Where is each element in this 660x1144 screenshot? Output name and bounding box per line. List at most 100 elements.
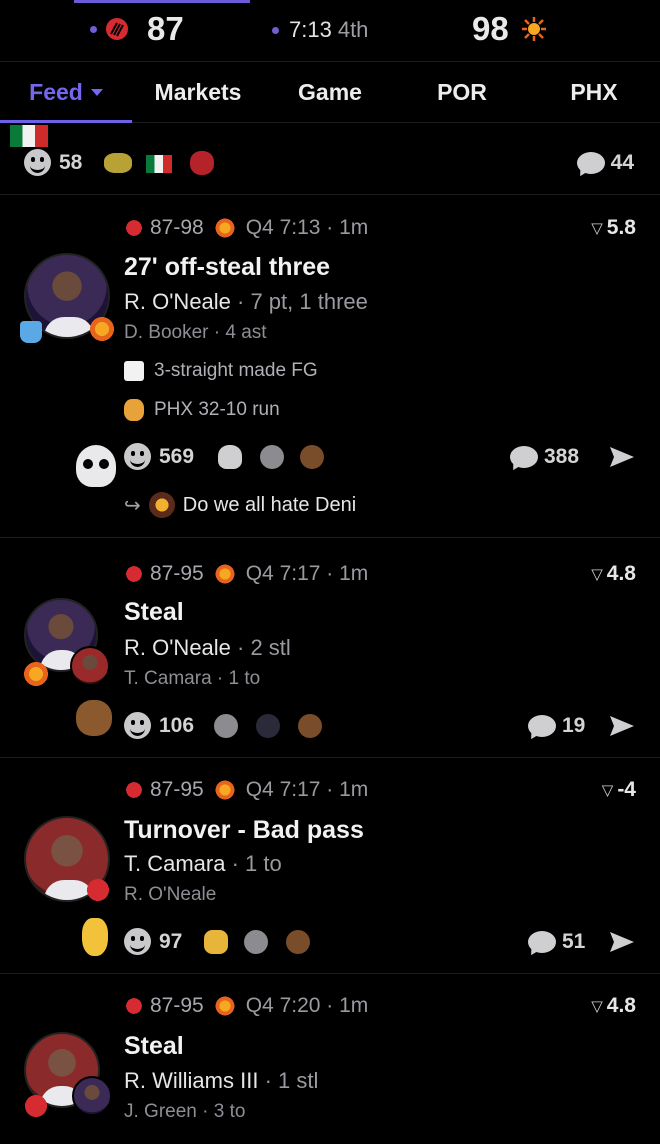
skull-reaction-icon[interactable] [218,445,242,469]
tab-markets[interactable]: Markets [132,62,264,122]
primary-player-name[interactable]: T. Camara [124,851,225,876]
share-icon[interactable] [608,714,636,738]
smiley-reaction[interactable]: 106 [124,712,194,739]
play-card[interactable]: 87-95 Q4 7:17 · 1m ▽ 4.8 Steal R. O'Neal… [0,538,660,758]
play-card[interactable]: 87-95 Q4 7:20 · 1m ▽ 4.8 Steal R. Willia… [0,974,660,1144]
reply-avatar [148,492,175,518]
hand-reaction-icon[interactable] [204,930,228,954]
share-icon[interactable] [608,930,636,954]
play-odds[interactable]: ▽ 4.8 [591,562,636,586]
primary-player-stat: · 1 stl [258,1068,319,1093]
tab-feed[interactable]: Feed [0,62,132,123]
top-reply[interactable]: ↪ Do we all hate Deni [124,492,356,518]
play-odds[interactable]: ▽ -4 [602,778,636,802]
play-primary-player: R. Williams III · 1 stl [124,1068,318,1094]
smiley-reaction[interactable]: 97 [124,928,182,955]
tab-game-label: Game [298,78,362,105]
runner-icon [124,399,144,421]
play-time: Q4 7:17 · 1m [245,562,369,585]
helicopter-icon[interactable] [104,153,132,173]
clock-dot [272,26,279,34]
bear-reaction-icon[interactable] [286,930,310,954]
play-title: Steal [124,1032,184,1060]
odds-icon: ▽ [591,220,603,237]
tab-phx-label: PHX [570,78,618,105]
away-team-score[interactable]: 87 [90,10,184,48]
clock-time: 7:13 [289,17,332,42]
play-odds[interactable]: ▽ 5.8 [591,216,636,240]
face-reaction-icon[interactable] [260,445,284,469]
blazers-logo-icon [106,18,128,40]
streak-tag-text: 3-straight made FG [154,360,318,381]
spy-reaction-icon[interactable] [256,714,280,738]
primary-player-name[interactable]: R. O'Neale [124,635,231,660]
secondary-player-avatar[interactable] [70,646,110,686]
play-meta: 87-98 Q4 7:13 · 1m [124,216,368,240]
possession-dot [90,25,97,33]
tab-por-label: POR [437,78,487,105]
play-secondary-player: J. Green · 3 to [124,1101,246,1122]
primary-player-stat: · 1 to [225,851,282,876]
share-icon[interactable] [608,445,636,469]
blazers-logo-icon [124,780,144,800]
bear-reaction-icon[interactable] [300,445,324,469]
smiley-reaction[interactable]: 569 [124,443,194,470]
face-reaction-icon[interactable] [244,930,268,954]
boxing-glove-icon[interactable] [190,151,214,175]
tab-bar: Feed Markets Game POR PHX [0,62,660,123]
play-title: Turnover - Bad pass [124,816,364,844]
comment-count: 51 [562,930,586,953]
smiley-count: 97 [159,929,183,953]
primary-player-name[interactable]: R. Williams III [124,1068,258,1093]
home-team-score[interactable]: 98 [472,10,547,48]
play-card[interactable]: 87-98 Q4 7:13 · 1m ▽ 5.8 27' off-steal t… [0,195,660,538]
play-odds-value: 4.8 [606,562,636,585]
play-odds-value: 5.8 [606,216,636,239]
smiley-icon [24,149,51,176]
smiley-count: 569 [159,444,195,468]
comment-button[interactable]: 51 [528,930,585,954]
play-time: Q4 7:20 · 1m [245,994,369,1017]
run-tag-text: PHX 32-10 run [154,399,280,420]
odds-icon: ▽ [591,998,603,1015]
mexico-flag-reaction-icon[interactable] [146,155,172,173]
tab-phx[interactable]: PHX [528,62,660,122]
comment-count: 388 [544,445,580,468]
blazers-badge-icon [22,1092,50,1120]
scoreboard: 87 7:13 4th 98 [0,0,660,62]
suns-logo-icon [521,17,546,41]
reply-text: Do we all hate Deni [182,493,357,516]
smiley-icon [124,712,151,739]
smiley-reaction[interactable]: 58 [24,149,82,176]
bear-reaction-icon[interactable] [298,714,322,738]
suns-logo-icon [213,995,236,1017]
skull-icon [76,445,116,487]
middle-finger-icon [82,918,108,956]
comment-icon [528,931,556,953]
suns-badge-icon [22,660,50,688]
tab-por[interactable]: POR [396,62,528,122]
comment-button[interactable]: 19 [528,714,585,738]
home-score: 98 [472,10,509,47]
primary-player-name[interactable]: R. O'Neale [124,289,231,314]
bear-icon [76,700,112,736]
comment-count: 44 [610,151,634,174]
play-card[interactable]: 87-95 Q4 7:17 · 1m ▽ -4 Turnover - Bad p… [0,758,660,974]
odds-icon: ▽ [601,782,614,799]
face-reaction-icon[interactable] [214,714,238,738]
play-meta: 87-95 Q4 7:17 · 1m [124,562,368,586]
smiley-icon [124,928,151,955]
comment-icon [510,446,538,468]
streak-tag: 3-straight made FG [124,360,318,382]
comment-button[interactable]: 44 [576,151,634,175]
primary-player-stat: · 7 pt, 1 three [230,289,368,314]
play-odds[interactable]: ▽ 4.8 [591,994,636,1018]
suns-logo-icon [213,779,236,801]
comment-button[interactable]: 388 [510,445,579,469]
tab-game[interactable]: Game [264,62,396,122]
comment-count: 19 [562,714,586,737]
clock-period: 4th [337,17,369,42]
secondary-player-avatar[interactable] [72,1076,112,1116]
blazers-logo-icon [124,996,144,1016]
play-title: 27' off-steal three [124,253,331,281]
